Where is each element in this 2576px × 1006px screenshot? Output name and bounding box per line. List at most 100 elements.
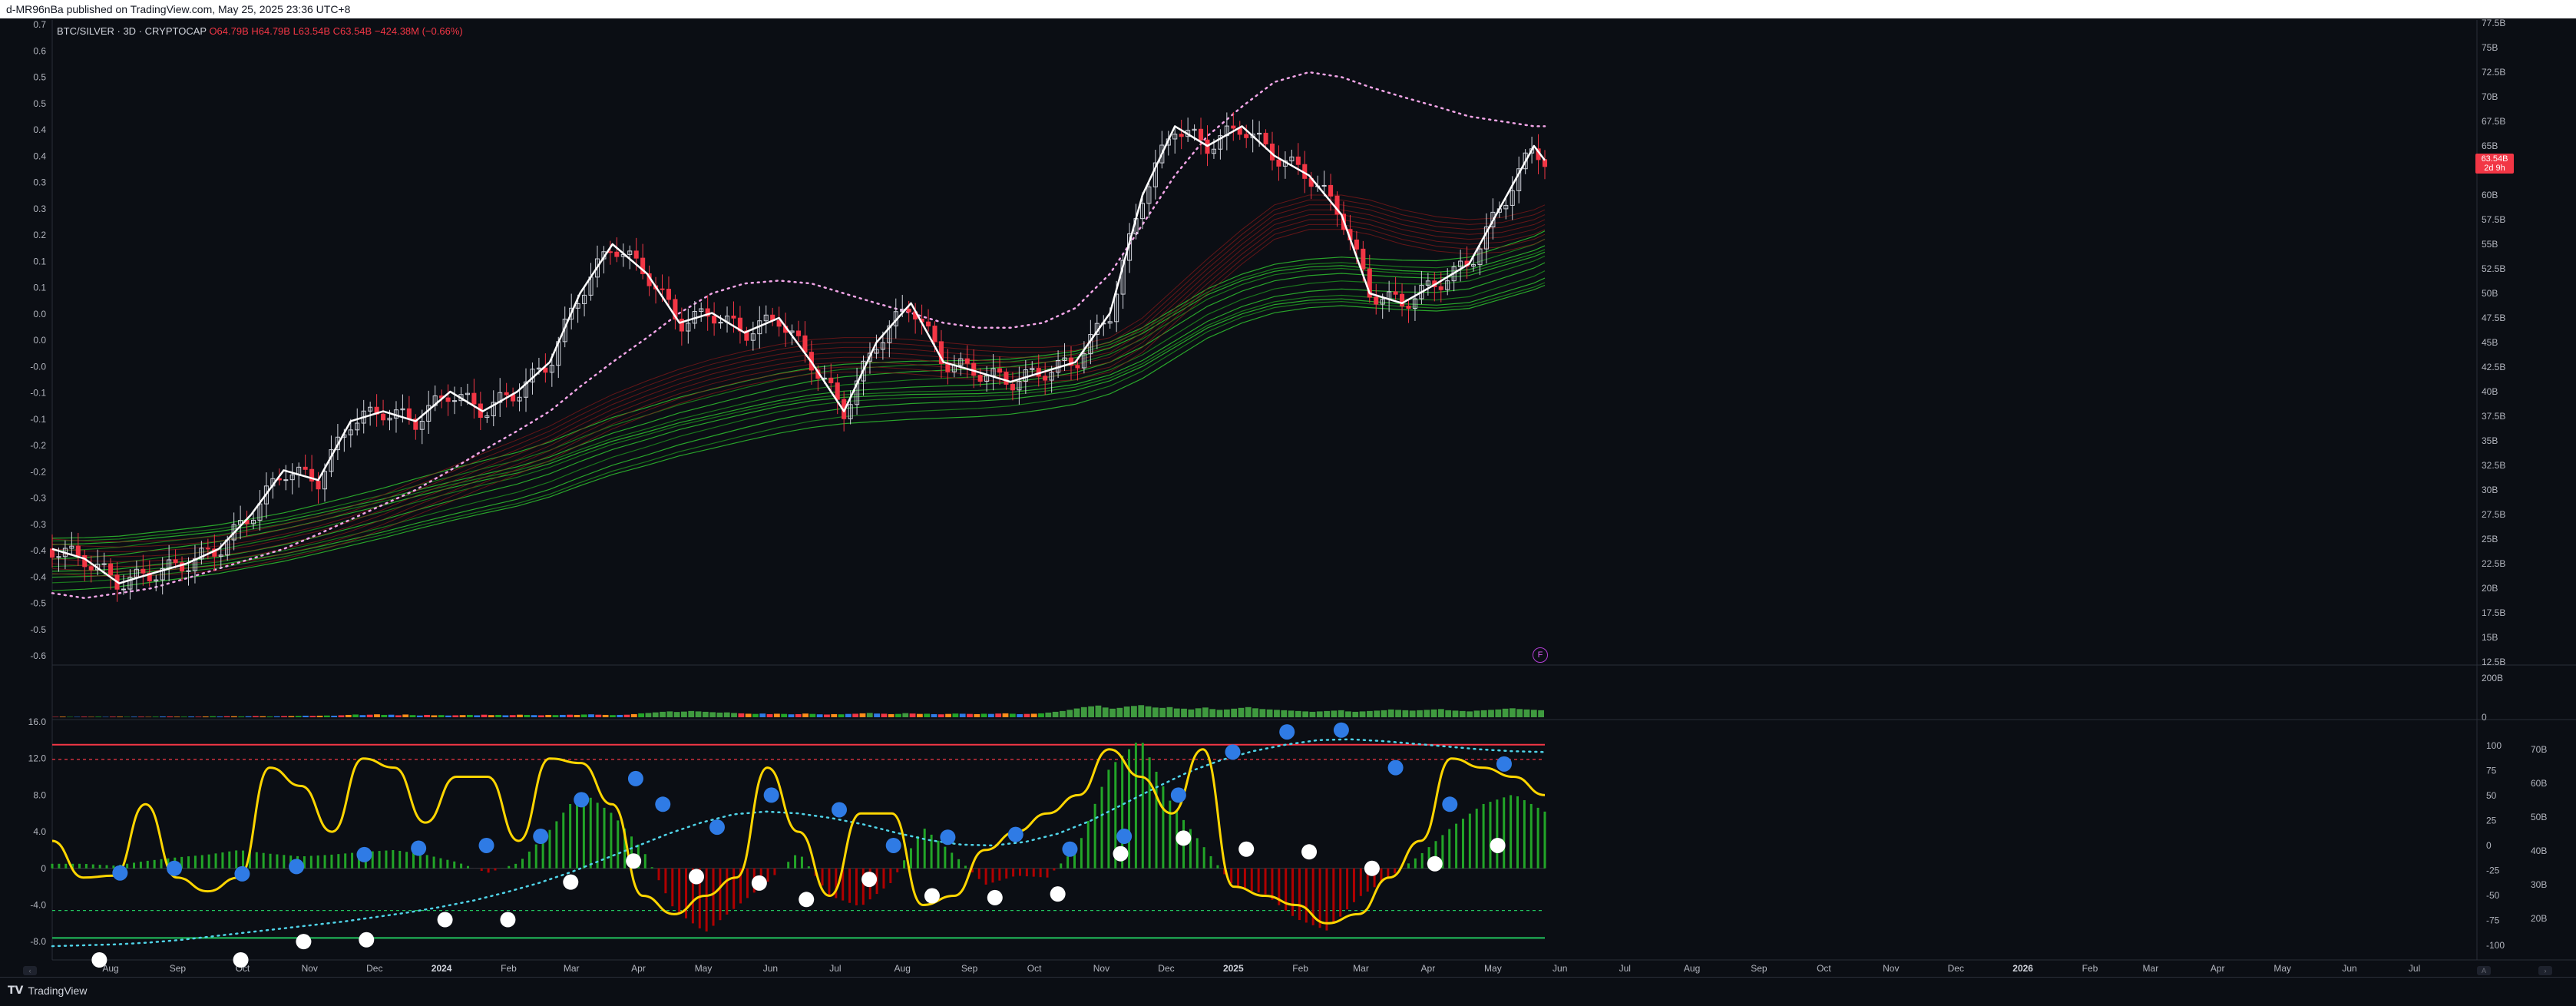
candle-body (971, 362, 977, 376)
flag-icon[interactable]: F (1533, 647, 1548, 663)
osc-histogram-bar (1086, 821, 1090, 869)
osc-histogram-bar (1523, 799, 1526, 869)
candle-body (964, 358, 970, 364)
candle-body (381, 413, 386, 421)
osc-histogram-bar (1032, 868, 1035, 877)
volume-bar (945, 713, 951, 717)
volume-bar (252, 716, 259, 717)
osc-left-axis-tick: 4.0 (33, 826, 46, 837)
volume-bar (902, 713, 909, 717)
tradingview-logo[interactable]: TV TradingView (8, 984, 87, 997)
osc-histogram-bar (439, 858, 442, 869)
volume-bar (931, 713, 937, 717)
scroll-left-icon[interactable]: ‹ (23, 966, 37, 975)
osc-histogram-bar (1053, 868, 1056, 871)
volume-bar (1145, 706, 1152, 717)
candle-body (504, 392, 509, 395)
auto-scale-icon[interactable]: A (2477, 966, 2491, 975)
scroll-right-icon[interactable]: › (2538, 966, 2552, 975)
osc-histogram-bar (678, 868, 681, 914)
volume-bar (502, 715, 509, 717)
candle-body (1438, 286, 1443, 290)
volume-bar (1502, 708, 1509, 717)
osc-histogram-bar (418, 853, 422, 869)
osc-right-axis-tick-2: 50B (2531, 812, 2547, 822)
osc-histogram-bar (596, 802, 599, 869)
volume-bar (980, 713, 987, 717)
candle-body (666, 289, 671, 300)
volume-bar (816, 714, 823, 717)
osc-white-dot (91, 952, 107, 968)
volume-bar (474, 715, 481, 717)
volume-bar (1223, 709, 1230, 717)
volume-bar (824, 714, 830, 717)
volume-bar (802, 713, 809, 717)
volume-bar (1166, 707, 1173, 717)
x-tick-label: Feb (501, 963, 517, 974)
candle-body (1400, 293, 1405, 307)
candle-body (56, 556, 61, 558)
osc-histogram-bar (569, 803, 572, 869)
volume-bar (488, 715, 494, 717)
volume-bar (1331, 710, 1338, 717)
volume-bar (967, 713, 973, 717)
volume-bar (752, 713, 759, 717)
osc-histogram-bar (337, 854, 340, 869)
volume-bar (152, 716, 159, 717)
volume-bar (666, 711, 673, 717)
osc-right-axis-tick-2: 70B (2531, 744, 2547, 755)
osc-blue-dot (574, 792, 590, 808)
candle-body (712, 316, 717, 324)
volume-bar (331, 715, 338, 717)
price-axis-tick: 70B (2482, 91, 2498, 102)
chart-canvas[interactable]: Aug Sep Oct Nov Dec 2024 Feb Mar Apr May Jun Jul Aug… (0, 18, 2576, 977)
volume-bar (852, 713, 859, 717)
osc-histogram-bar (126, 863, 129, 869)
volume-bar (266, 716, 273, 717)
volume-bar (438, 715, 445, 717)
osc-blue-dot (709, 819, 725, 836)
price-axis-tick: 27.5B (2482, 509, 2505, 520)
volume-bar (1231, 708, 1238, 717)
candle-body (1354, 239, 1359, 250)
volume-bar (452, 715, 459, 717)
candle-body (607, 251, 613, 253)
osc-right-axis-tick-2: 20B (2531, 913, 2547, 924)
candle-body (406, 408, 412, 420)
legend-ohlc: O64.79B H64.79B L63.54B C63.54B −424.38M… (209, 25, 463, 37)
osc-blue-dot (1333, 722, 1349, 738)
osc-blue-dot (1387, 759, 1404, 776)
candle-body (614, 251, 620, 257)
osc-white-dot (296, 934, 312, 950)
osc-histogram-bar (105, 865, 108, 869)
osc-right-axis-tick: -25 (2486, 865, 2500, 876)
volume-bar (1209, 709, 1216, 717)
osc-histogram-bar (794, 855, 797, 869)
volume-bar (1509, 708, 1516, 717)
x-tick-label: Feb (2082, 963, 2098, 974)
volume-bar (1138, 705, 1145, 717)
volume-bar (1459, 710, 1466, 717)
price-axis-tick: 30B (2482, 485, 2498, 495)
volume-bar (52, 716, 59, 717)
volume-bar (88, 716, 94, 717)
left-axis-tick: 0.4 (33, 124, 46, 135)
osc-histogram-bar (650, 867, 653, 869)
osc-histogram-bar (207, 854, 210, 869)
volume-bar (1530, 710, 1537, 717)
volume-bar (366, 714, 373, 717)
osc-histogram-bar (1448, 829, 1451, 869)
volume-bar (638, 713, 645, 717)
osc-histogram-bar (1148, 757, 1151, 869)
volume-bar (1017, 713, 1023, 717)
volume-bar (866, 713, 873, 717)
osc-histogram-bar (1216, 865, 1219, 869)
volume-bar (916, 713, 923, 717)
osc-histogram-bar (508, 865, 511, 869)
osc-left-axis-tick: 16.0 (28, 716, 47, 727)
price-axis-tick: 32.5B (2482, 460, 2505, 471)
volume-bar (623, 714, 630, 717)
last-price: 63.54B (2481, 154, 2508, 164)
osc-histogram-bar (1025, 868, 1028, 877)
volume-bar (1452, 710, 1459, 717)
